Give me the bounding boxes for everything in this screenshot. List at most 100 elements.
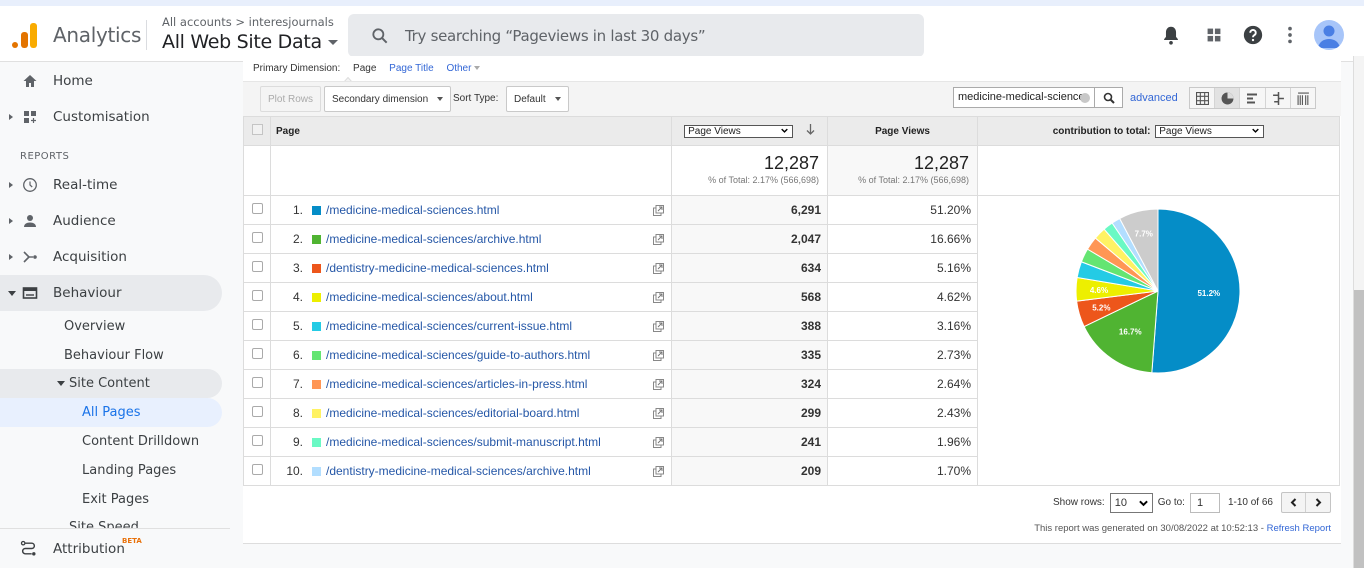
row-checkbox-cell[interactable] [243, 340, 271, 370]
dashboard-plus-icon [24, 111, 36, 123]
table-view-button[interactable] [1190, 88, 1216, 108]
apps-grid-icon[interactable] [1203, 24, 1225, 46]
page-cell: 1. /medicine-medical-sciences.html [270, 195, 672, 225]
row-checkbox[interactable] [251, 319, 263, 330]
row-checkbox[interactable] [251, 464, 263, 475]
row-checkbox[interactable] [251, 232, 263, 243]
open-external-icon[interactable] [653, 379, 664, 390]
refresh-report-link[interactable]: Refresh Report [1267, 523, 1331, 534]
sidebar-item-site-speed[interactable]: Site Speed [0, 514, 222, 528]
sidebar-item-behaviour[interactable]: Behaviour [0, 275, 222, 311]
select-all-checkbox[interactable] [243, 116, 271, 146]
row-checkbox[interactable] [251, 406, 263, 417]
account-avatar[interactable] [1314, 20, 1344, 50]
col-header-page-views[interactable]: Page Views [827, 116, 978, 146]
row-checkbox-cell[interactable] [243, 195, 271, 225]
dimension-other[interactable]: Other [446, 63, 490, 74]
row-checkbox-cell[interactable] [243, 427, 271, 457]
page-link[interactable]: /dentistry-medicine-medical-sciences/arc… [326, 464, 591, 478]
show-rows-select[interactable]: 10 [1109, 492, 1153, 513]
dimension-page[interactable]: Page [353, 63, 376, 74]
open-external-icon[interactable] [653, 321, 664, 332]
analytics-logo[interactable] [12, 22, 38, 48]
sidebar-item-audience[interactable]: Audience [0, 203, 222, 239]
page-link[interactable]: /medicine-medical-sciences/submit-manusc… [326, 435, 601, 449]
row-checkbox-cell[interactable] [243, 456, 271, 486]
sidebar-item-home[interactable]: Home [0, 63, 222, 99]
sidebar-item-all-pages[interactable]: All Pages [0, 398, 222, 427]
row-checkbox-cell[interactable] [243, 282, 271, 312]
sidebar-item-site-content[interactable]: Site Content [0, 369, 222, 398]
secondary-dimension-dropdown[interactable]: Secondary dimension [324, 86, 452, 112]
sidebar-item-overview[interactable]: Overview [0, 312, 222, 341]
page-scrollbar[interactable] [1353, 56, 1364, 568]
pie-slice[interactable] [1151, 208, 1241, 374]
page-link[interactable]: /medicine-medical-sciences.html [326, 203, 499, 217]
contribution-select[interactable]: Page Views [1155, 124, 1265, 138]
open-external-icon[interactable] [653, 292, 664, 303]
more-vert-icon[interactable] [1279, 24, 1301, 46]
help-icon[interactable] [1242, 24, 1264, 46]
open-external-icon[interactable] [653, 466, 664, 477]
sort-type-dropdown[interactable]: Default [506, 86, 569, 112]
open-external-icon[interactable] [653, 408, 664, 419]
page-link[interactable]: /dentistry-medicine-medical-sciences.htm… [326, 261, 549, 275]
page-link[interactable]: /medicine-medical-sciences/articles-in-p… [326, 377, 587, 391]
col-header-metric-select[interactable]: Page Views [671, 116, 828, 146]
sidebar-label: Customisation [53, 109, 150, 125]
row-checkbox-cell[interactable] [243, 398, 271, 428]
row-checkbox[interactable] [251, 377, 263, 388]
bell-icon[interactable] [1160, 24, 1182, 46]
collapse-arrow-icon [57, 381, 65, 386]
prev-page-button[interactable] [1282, 493, 1306, 512]
scrollbar-thumb[interactable] [1354, 290, 1364, 568]
row-checkbox-cell[interactable] [243, 311, 271, 341]
row-checkbox[interactable] [251, 261, 263, 272]
open-external-icon[interactable] [653, 263, 664, 274]
open-external-icon[interactable] [653, 234, 664, 245]
page-link[interactable]: /medicine-medical-sciences/about.html [326, 290, 533, 304]
sidebar-item-attribution[interactable]: Attribution BETA [0, 528, 230, 568]
dimension-page-title[interactable]: Page Title [389, 63, 433, 74]
sort-arrow-down-icon[interactable] [806, 124, 815, 135]
open-external-icon[interactable] [653, 437, 664, 448]
sidebar-item-realtime[interactable]: Real-time [0, 167, 222, 203]
sidebar-item-behaviour-flow[interactable]: Behaviour Flow [0, 341, 222, 370]
sidebar-item-content-drilldown[interactable]: Content Drilldown [0, 427, 222, 456]
chevron-down-icon [1252, 128, 1260, 133]
plot-rows-button[interactable]: Plot Rows [260, 86, 322, 112]
search-bar[interactable]: Try searching “Pageviews in last 30 days… [348, 14, 924, 57]
pivot-view-button[interactable] [1291, 88, 1315, 108]
page-link[interactable]: /medicine-medical-sciences/archive.html [326, 232, 541, 246]
metric-select[interactable]: Page Views [684, 125, 794, 138]
row-checkbox-cell[interactable] [243, 369, 271, 399]
page-link[interactable]: /medicine-medical-sciences/current-issue… [326, 319, 572, 333]
property-selector[interactable]: All Web Site Data [162, 31, 338, 53]
filter-search-button[interactable] [1095, 87, 1123, 108]
page-link[interactable]: /medicine-medical-sciences/guide-to-auth… [326, 348, 590, 362]
performance-view-button[interactable] [1240, 88, 1266, 108]
table-filter-input[interactable]: medicine-medical-science [953, 87, 1095, 108]
open-external-icon[interactable] [653, 350, 664, 361]
page-link[interactable]: /medicine-medical-sciences/editorial-boa… [326, 406, 579, 420]
sidebar-item-acquisition[interactable]: Acquisition [0, 239, 222, 275]
clear-filter-icon[interactable] [1080, 93, 1090, 103]
col-header-page[interactable]: Page [270, 116, 672, 146]
row-checkbox[interactable] [251, 348, 263, 359]
row-checkbox[interactable] [251, 203, 263, 214]
sidebar-item-exit-pages[interactable]: Exit Pages [0, 485, 222, 514]
goto-input[interactable]: 1 [1189, 492, 1220, 513]
pie-view-button[interactable] [1215, 88, 1241, 108]
comparison-view-button[interactable] [1266, 88, 1291, 108]
open-external-icon[interactable] [653, 205, 664, 216]
pie-slice-label: 51.2% [1197, 289, 1220, 298]
advanced-filter-link[interactable]: advanced [1130, 92, 1178, 104]
row-checkbox-cell[interactable] [243, 224, 271, 254]
next-page-button[interactable] [1306, 493, 1330, 512]
sidebar-item-landing-pages[interactable]: Landing Pages [0, 456, 222, 485]
row-checkbox[interactable] [251, 290, 263, 301]
account-breadcrumb[interactable]: All accounts > interesjournals [162, 15, 334, 29]
sidebar-item-customisation[interactable]: Customisation [0, 99, 222, 135]
row-checkbox[interactable] [251, 435, 263, 446]
row-checkbox-cell[interactable] [243, 253, 271, 283]
